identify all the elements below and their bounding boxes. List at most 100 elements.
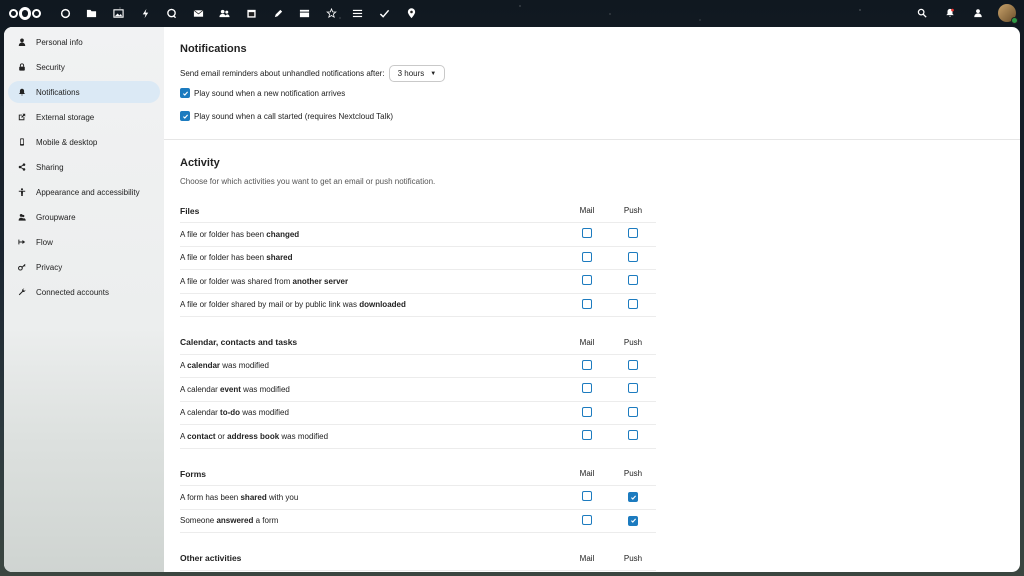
person-icon xyxy=(16,36,28,48)
photos-icon[interactable] xyxy=(105,5,132,22)
lock-icon xyxy=(16,61,28,73)
mail-icon[interactable] xyxy=(185,5,212,22)
sound-notification-label: Play sound when a new notification arriv… xyxy=(194,88,346,98)
activity-icon[interactable] xyxy=(132,5,159,22)
push-cell xyxy=(610,293,656,317)
sidebar-item-sharing[interactable]: Sharing xyxy=(8,156,160,178)
mail-checkbox[interactable] xyxy=(582,514,592,525)
sidebar-item-label: Connected accounts xyxy=(36,287,109,297)
share-icon xyxy=(16,161,28,173)
sidebar-item-notifications[interactable]: Notifications xyxy=(8,81,160,103)
push-column-header: Push xyxy=(610,546,656,571)
push-cell xyxy=(610,485,656,510)
mail-cell xyxy=(564,354,610,378)
push-checkbox[interactable] xyxy=(628,275,638,286)
sidebar-item-external-storage[interactable]: External storage xyxy=(8,106,160,128)
sidebar-item-mobile-desktop[interactable]: Mobile & desktop xyxy=(8,131,160,153)
reminder-select[interactable]: 3 hours ▼ xyxy=(388,65,446,82)
activity-label: A file or folder has been changed xyxy=(180,222,564,247)
deck-icon[interactable] xyxy=(291,5,318,22)
notes-icon[interactable] xyxy=(265,5,292,22)
sidebar-item-label: Privacy xyxy=(36,262,63,272)
bookmarks-icon[interactable] xyxy=(318,5,345,22)
push-checkbox[interactable] xyxy=(628,359,638,370)
push-cell xyxy=(610,401,656,425)
checklist-icon[interactable] xyxy=(371,5,398,22)
push-checkbox[interactable] xyxy=(628,515,638,526)
sidebar-item-appearance-and-accessibility[interactable]: Appearance and accessibility xyxy=(8,181,160,203)
push-cell xyxy=(610,424,656,449)
sound-notification-row[interactable]: Play sound when a new notification arriv… xyxy=(180,88,1004,98)
push-checkbox[interactable] xyxy=(628,251,638,262)
push-checkbox[interactable] xyxy=(628,298,638,309)
table-row: A calendar event was modified xyxy=(180,377,656,402)
sidebar-item-security[interactable]: Security xyxy=(8,56,160,78)
push-checkbox[interactable] xyxy=(628,430,638,441)
activity-label: A calendar to-do was modified xyxy=(180,401,564,425)
group-header: Forms Mail Push xyxy=(180,462,656,486)
mail-checkbox[interactable] xyxy=(582,430,592,441)
activity-section: Activity Choose for which activities you… xyxy=(164,140,1020,571)
sidebar-item-personal-info[interactable]: Personal info xyxy=(8,31,160,53)
sound-call-row[interactable]: Play sound when a call started (requires… xyxy=(180,111,1004,121)
push-checkbox[interactable] xyxy=(628,492,638,502)
group-header: Files Mail Push xyxy=(180,199,656,223)
settings-sidebar: Personal info Security Notifications Extern… xyxy=(4,27,164,572)
group-spacer xyxy=(180,317,656,331)
notifications-icon[interactable] xyxy=(942,5,958,21)
contacts-icon[interactable] xyxy=(212,5,239,22)
talk-icon[interactable] xyxy=(158,5,185,22)
files-icon[interactable] xyxy=(79,5,106,22)
sidebar-item-label: Notifications xyxy=(36,87,80,97)
activity-label: A calendar event was modified xyxy=(180,377,564,402)
sidebar-item-groupware[interactable]: Groupware xyxy=(8,206,160,228)
push-cell xyxy=(610,354,656,378)
maps-icon[interactable] xyxy=(398,5,425,22)
bell-icon xyxy=(16,86,28,98)
mail-checkbox[interactable] xyxy=(582,298,592,309)
nextcloud-logo[interactable] xyxy=(9,6,41,21)
push-checkbox[interactable] xyxy=(628,383,638,394)
contacts-menu-icon[interactable] xyxy=(970,5,986,21)
table-row: Someone answered a form xyxy=(180,509,656,533)
activity-label: A form has been shared with you xyxy=(180,485,564,510)
sound-call-checkbox[interactable] xyxy=(180,111,190,121)
phone-icon xyxy=(16,136,28,148)
table-row: A file or folder has been shared xyxy=(180,246,656,270)
mail-column-header: Mail xyxy=(564,546,610,571)
group-name: Calendar, contacts and tasks xyxy=(180,330,564,355)
mail-checkbox[interactable] xyxy=(582,251,592,262)
activity-label: Someone answered a form xyxy=(180,509,564,533)
mail-checkbox[interactable] xyxy=(582,491,592,502)
group-spacer xyxy=(180,533,656,547)
mail-checkbox[interactable] xyxy=(582,359,592,370)
group-header: Calendar, contacts and tasks Mail Push xyxy=(180,330,656,355)
sound-notification-checkbox[interactable] xyxy=(180,88,190,98)
status-online-icon xyxy=(1011,17,1018,24)
avatar[interactable] xyxy=(998,4,1018,24)
push-column-header: Push xyxy=(610,462,656,486)
calendar-icon[interactable] xyxy=(238,5,265,22)
mail-checkbox[interactable] xyxy=(582,383,592,394)
tasks-icon[interactable] xyxy=(345,5,372,22)
push-checkbox[interactable] xyxy=(628,406,638,417)
sidebar-item-flow[interactable]: Flow xyxy=(8,231,160,253)
settings-panel: Personal info Security Notifications Extern… xyxy=(4,27,1020,572)
mail-checkbox[interactable] xyxy=(582,406,592,417)
sound-call-label: Play sound when a call started (requires… xyxy=(194,111,394,121)
table-row: A calendar to-do was modified xyxy=(180,401,656,425)
mail-checkbox[interactable] xyxy=(582,228,592,239)
key-icon xyxy=(16,261,28,273)
push-checkbox[interactable] xyxy=(628,228,638,239)
mail-cell xyxy=(564,222,610,247)
sidebar-item-connected-accounts[interactable]: Connected accounts xyxy=(8,281,160,303)
table-row: A file or folder was shared from another… xyxy=(180,269,656,294)
sidebar-item-label: Mobile & desktop xyxy=(36,137,98,147)
dashboard-icon[interactable] xyxy=(52,5,79,22)
activity-title: Activity xyxy=(180,157,220,169)
mail-checkbox[interactable] xyxy=(582,275,592,286)
mail-cell xyxy=(564,293,610,317)
reminder-value: 3 hours xyxy=(397,69,425,78)
search-icon[interactable] xyxy=(914,5,930,21)
sidebar-item-privacy[interactable]: Privacy xyxy=(8,256,160,278)
